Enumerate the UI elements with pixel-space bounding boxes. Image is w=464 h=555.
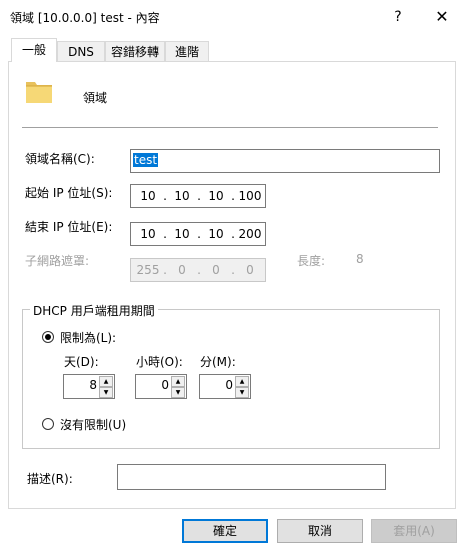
help-button[interactable]: ? — [386, 5, 410, 29]
tab-failover[interactable]: 容錯移轉 — [105, 41, 165, 61]
tab-general[interactable]: 一般 — [11, 38, 57, 62]
cancel-button[interactable]: 取消 — [277, 519, 363, 543]
close-button[interactable]: ✕ — [430, 5, 454, 29]
tab-advanced[interactable]: 進階 — [165, 41, 209, 61]
tab-dns[interactable]: DNS — [57, 41, 105, 61]
title-bar: 領域 [10.0.0.0] test - 內容 ? ✕ — [0, 0, 464, 34]
apply-button[interactable]: 套用(A) — [371, 519, 457, 543]
tab-panel-general — [8, 61, 456, 509]
ok-button[interactable]: 確定 — [182, 519, 268, 543]
window-title: 領域 [10.0.0.0] test - 內容 — [10, 11, 160, 25]
